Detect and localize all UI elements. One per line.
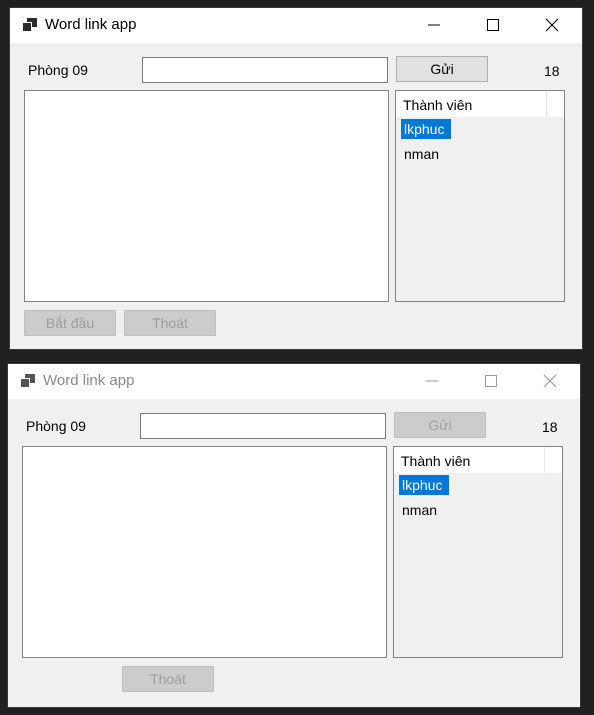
close-button[interactable]: [527, 364, 573, 399]
minimize-icon: [428, 24, 440, 26]
member-item[interactable]: nman: [399, 500, 440, 520]
minimize-icon: [426, 380, 438, 382]
member-item[interactable]: lkphuc: [401, 119, 451, 139]
minimize-button[interactable]: [411, 8, 457, 43]
chat-area[interactable]: [24, 90, 389, 302]
members-list[interactable]: Thành viên lkphuc nman: [393, 446, 563, 658]
count-label: 18: [542, 419, 558, 435]
window-title: Word link app: [43, 372, 135, 389]
maximize-icon: [487, 19, 499, 31]
room-label: Phòng 09: [28, 62, 88, 78]
send-button[interactable]: Gửi: [394, 412, 486, 438]
column-separator[interactable]: [546, 91, 547, 117]
send-button[interactable]: Gửi: [396, 56, 488, 82]
minimize-button[interactable]: [409, 364, 455, 399]
title-bar[interactable]: Word link app: [10, 8, 582, 43]
message-input[interactable]: [140, 413, 386, 439]
member-item[interactable]: lkphuc: [399, 475, 449, 495]
start-button[interactable]: Bắt đầu: [24, 310, 116, 336]
maximize-icon: [485, 375, 497, 387]
members-list[interactable]: Thành viên lkphuc nman: [395, 90, 565, 302]
maximize-button[interactable]: [470, 8, 516, 43]
app-icon: [20, 374, 36, 388]
members-header[interactable]: Thành viên: [396, 91, 564, 117]
window-title: Word link app: [45, 16, 137, 33]
main-window: Word link app Phòng 09 Gửi 18 Thành viên…: [9, 7, 583, 350]
quit-button[interactable]: Thoát: [122, 666, 214, 692]
close-button[interactable]: [529, 8, 575, 43]
column-separator[interactable]: [544, 447, 545, 473]
close-icon: [545, 18, 559, 32]
count-label: 18: [544, 63, 560, 79]
chat-area[interactable]: [22, 446, 387, 658]
members-header-label: Thành viên: [403, 97, 473, 113]
second-window: Word link app Phòng 09 Gửi 18 Thành viên…: [7, 363, 581, 708]
maximize-button[interactable]: [468, 364, 514, 399]
app-icon: [22, 18, 38, 32]
close-icon: [543, 374, 557, 388]
title-bar[interactable]: Word link app: [8, 364, 580, 399]
quit-button[interactable]: Thoát: [124, 310, 216, 336]
room-label: Phòng 09: [26, 418, 86, 434]
member-item[interactable]: nman: [401, 144, 442, 164]
members-header-label: Thành viên: [401, 453, 471, 469]
message-input[interactable]: [142, 57, 388, 83]
members-header[interactable]: Thành viên: [394, 447, 562, 473]
